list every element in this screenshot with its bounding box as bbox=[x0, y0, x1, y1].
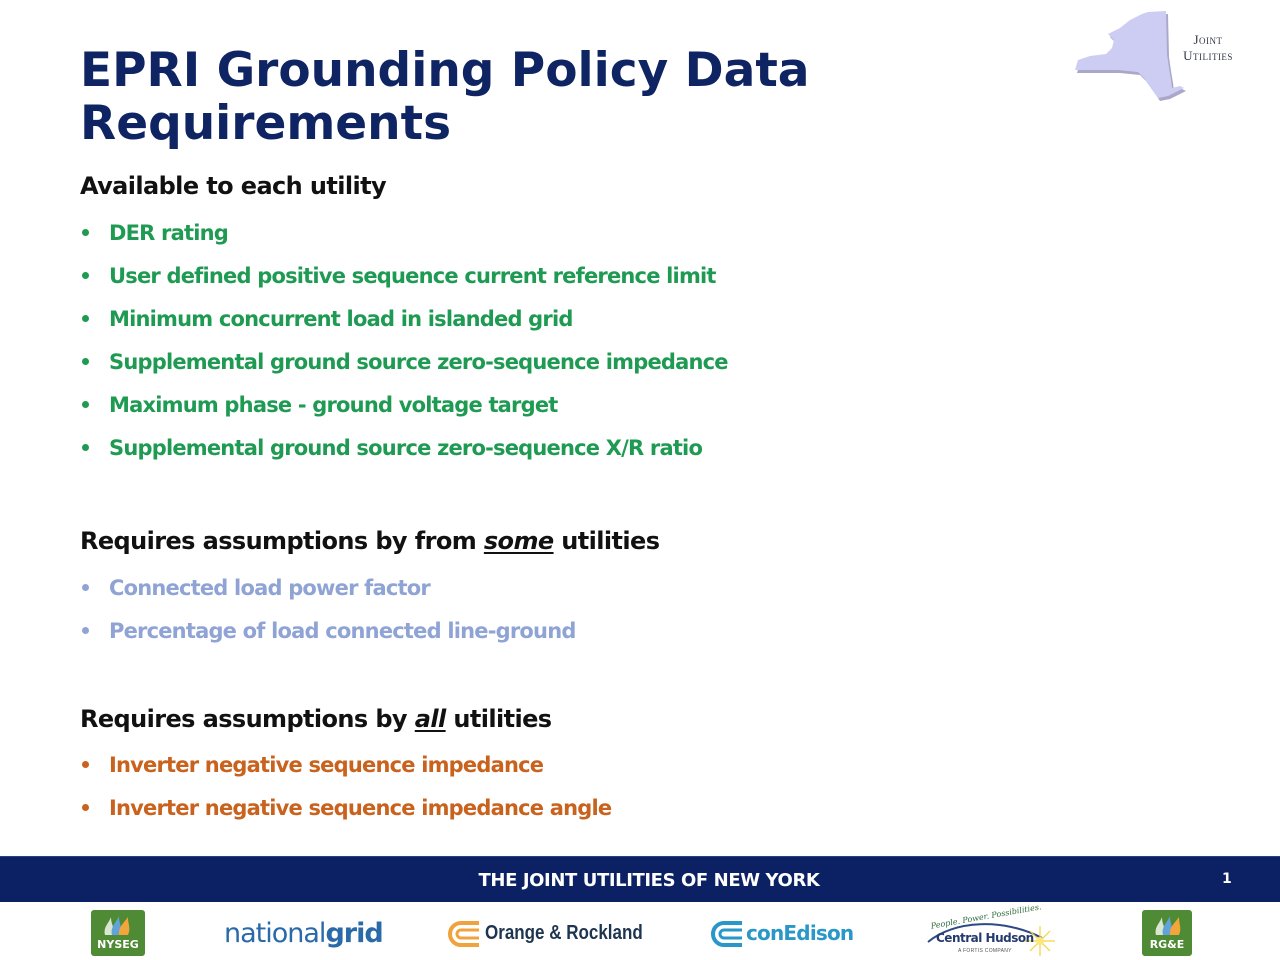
footer-title: THE JOINT UTILITIES OF NEW YORK bbox=[478, 870, 820, 891]
flame-icon bbox=[1155, 916, 1181, 935]
list-item-text: Minimum concurrent load in islanded grid bbox=[109, 307, 573, 331]
list-item-text: DER rating bbox=[109, 221, 229, 245]
logo-label: RG&E bbox=[1149, 938, 1185, 951]
list-item-text: Percentage of load connected line-ground bbox=[109, 619, 576, 643]
list-item: Connected load power factor bbox=[80, 573, 576, 616]
bullet-icon bbox=[82, 444, 89, 451]
list-item: DER rating bbox=[80, 218, 728, 261]
page-number: 1 bbox=[1222, 871, 1232, 887]
list-item: Minimum concurrent load in islanded grid bbox=[80, 304, 728, 347]
list-item: Supplemental ground source zero-sequence… bbox=[80, 347, 729, 390]
nyseg-logo: NYSEG bbox=[91, 910, 145, 956]
slide-title: EPRI Grounding Policy Data Requirements bbox=[80, 43, 810, 151]
bullet-icon bbox=[82, 761, 89, 768]
list-item: Inverter negative sequence impedance ang… bbox=[80, 793, 612, 836]
section-heading-some-utilities: Requires assumptions by from some utilit… bbox=[80, 527, 660, 555]
heading-emphasis: all bbox=[414, 705, 446, 733]
bullet-icon bbox=[82, 627, 89, 634]
central-hudson-logo: People. Power. Possibilities. Central Hu… bbox=[924, 902, 1064, 958]
footer-band: THE JOINT UTILITIES OF NEW YORK 1 bbox=[0, 856, 1280, 902]
heading-text: Requires assumptions by from bbox=[80, 527, 484, 555]
orange-rockland-logo: Orange & Rockland bbox=[447, 920, 643, 948]
con-edison-c-mark-icon bbox=[711, 921, 742, 947]
bullet-icon bbox=[82, 358, 89, 365]
joint-utilities-wordmark: Joint Utilities bbox=[1170, 32, 1246, 64]
list-item: Supplemental ground source zero-sequence… bbox=[80, 433, 728, 476]
flame-icon bbox=[104, 916, 130, 935]
logo-label: NYSEG bbox=[97, 938, 139, 951]
list-item-text: Supplemental ground source zero-sequence… bbox=[109, 436, 703, 460]
logo-label-bold: grid bbox=[325, 918, 383, 949]
logo-label-light: national bbox=[224, 918, 326, 949]
section-heading-all-utilities: Requires assumptions by all utilities bbox=[80, 705, 552, 733]
all-utilities-list: Inverter negative sequence impedance Inv… bbox=[80, 750, 612, 836]
bullet-icon bbox=[82, 401, 89, 408]
logo-line-1: Joint bbox=[1193, 32, 1223, 47]
heading-text: Available to each utility bbox=[80, 172, 387, 200]
national-grid-logo: nationalgrid bbox=[224, 918, 384, 949]
bullet-icon bbox=[82, 584, 89, 591]
logo-label: conEdison bbox=[746, 921, 854, 945]
list-item-text: Inverter negative sequence impedance bbox=[109, 753, 544, 777]
list-item: Percentage of load connected line-ground bbox=[80, 616, 576, 659]
heading-text: Requires assumptions by bbox=[80, 705, 415, 733]
list-item: Inverter negative sequence impedance bbox=[80, 750, 611, 793]
bullet-icon bbox=[82, 229, 89, 236]
heading-text: utilities bbox=[445, 705, 552, 733]
logo-line-2: Utilities bbox=[1183, 48, 1233, 63]
logo-label: Central Hudson bbox=[936, 931, 1034, 945]
heading-emphasis: some bbox=[483, 527, 554, 555]
list-item-text: User defined positive sequence current r… bbox=[109, 264, 716, 288]
logo-label: Orange & Rockland bbox=[485, 922, 643, 944]
o-and-r-c-mark-icon bbox=[448, 921, 479, 947]
list-item-text: Supplemental ground source zero-sequence… bbox=[109, 350, 729, 374]
bullet-icon bbox=[82, 804, 89, 811]
bullet-icon bbox=[82, 272, 89, 279]
list-item-text: Connected load power factor bbox=[109, 576, 431, 600]
heading-text: utilities bbox=[553, 527, 660, 555]
rge-logo: RG&E bbox=[1142, 910, 1192, 956]
logo-sublabel: A FORTIS COMPANY bbox=[958, 948, 1012, 954]
joint-utilities-logo: Joint Utilities bbox=[1068, 8, 1248, 103]
some-utilities-list: Connected load power factor Percentage o… bbox=[80, 573, 576, 659]
list-item-text: Maximum phase - ground voltage target bbox=[109, 393, 558, 417]
list-item-text: Inverter negative sequence impedance ang… bbox=[109, 796, 612, 820]
bullet-icon bbox=[82, 315, 89, 322]
list-item: User defined positive sequence current r… bbox=[80, 261, 728, 304]
list-item: Maximum phase - ground voltage target bbox=[80, 390, 728, 433]
utility-logos-row: NYSEG nationalgrid Orange & Rockland con… bbox=[0, 902, 1280, 960]
available-data-list: DER rating User defined positive sequenc… bbox=[80, 218, 729, 476]
section-heading-available: Available to each utility bbox=[80, 172, 387, 200]
con-edison-logo: conEdison bbox=[710, 920, 854, 948]
